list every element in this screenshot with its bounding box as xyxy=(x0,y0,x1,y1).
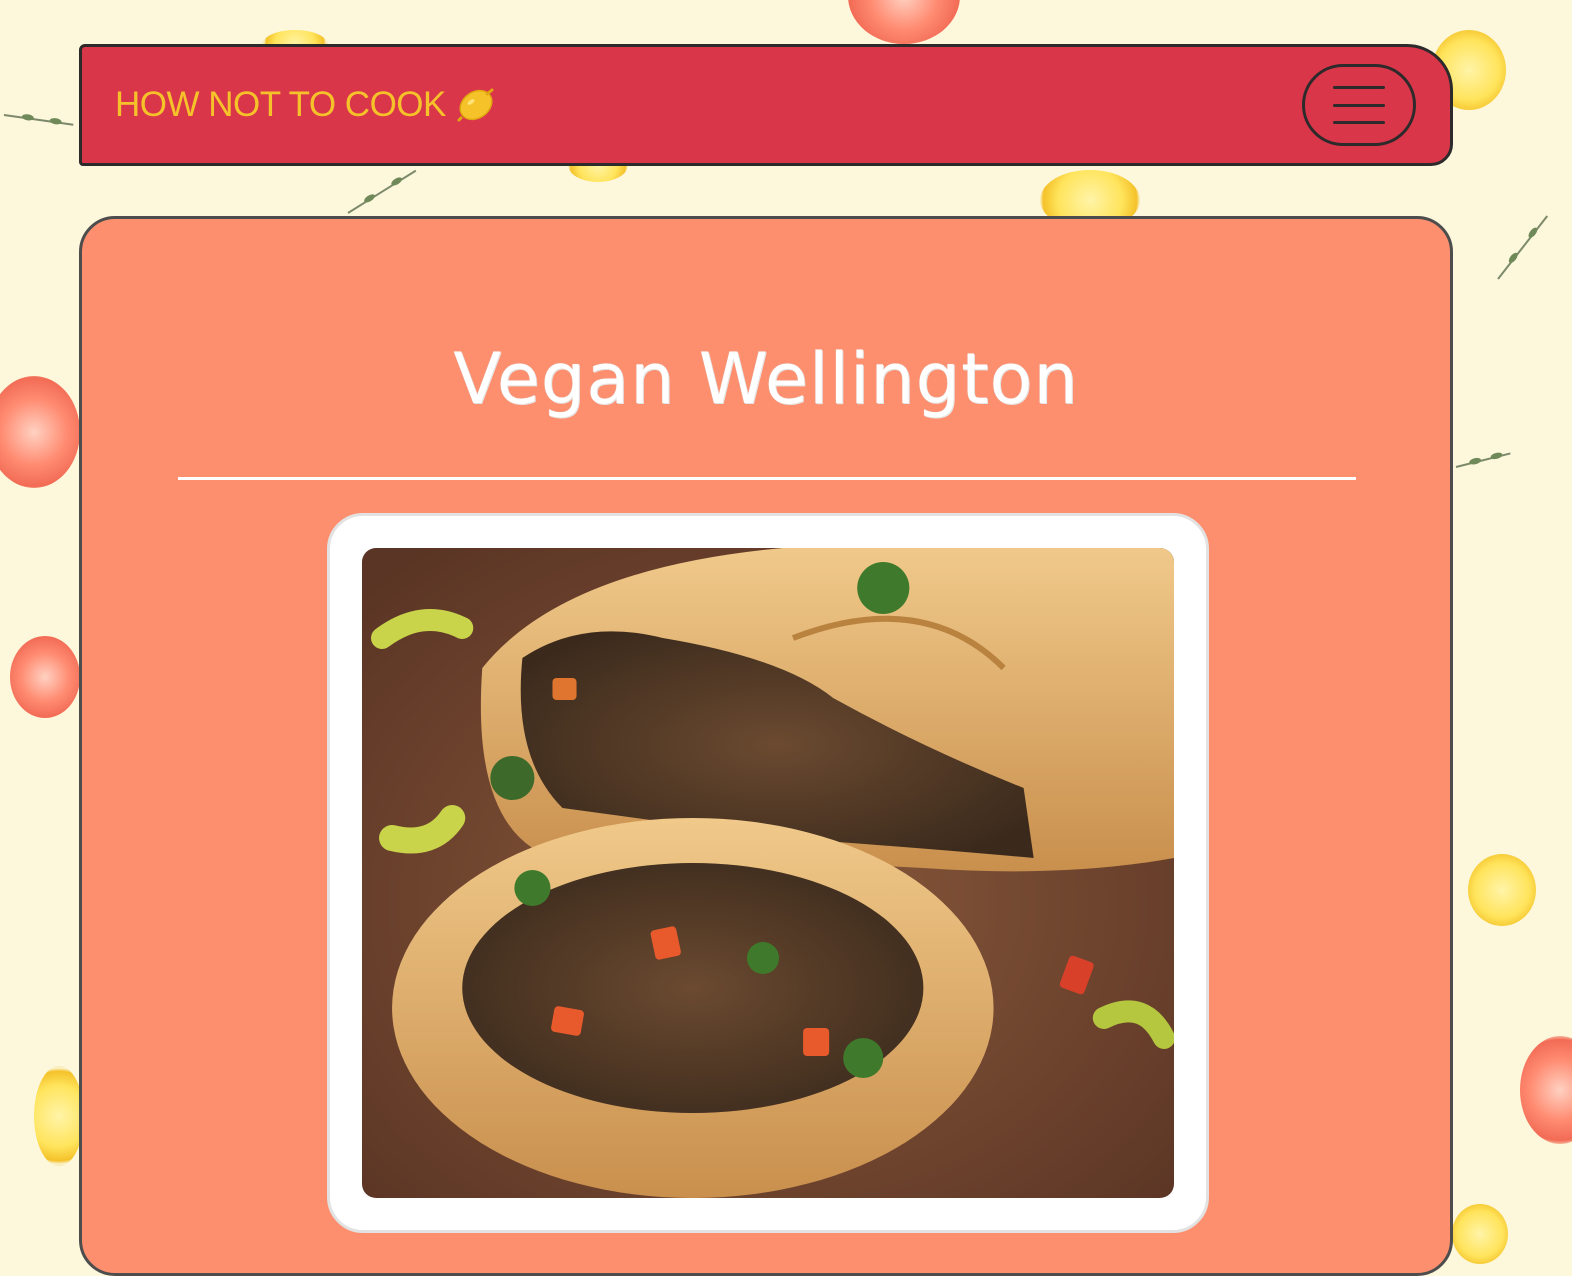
lemon-slice xyxy=(34,1066,84,1166)
recipe-card: Vegan Wellington xyxy=(79,216,1453,1276)
herb-sprig xyxy=(3,114,74,126)
navbar: HOW NOT TO COOK xyxy=(79,44,1453,166)
lemon-slice xyxy=(1452,1204,1508,1264)
title-divider xyxy=(178,477,1356,480)
brand-link[interactable]: HOW NOT TO COOK xyxy=(115,85,496,125)
lemon-slice xyxy=(1468,854,1536,926)
grapefruit-slice xyxy=(10,636,80,718)
photo-frame xyxy=(327,513,1209,1233)
grapefruit-slice xyxy=(0,376,80,488)
menu-toggle-button[interactable] xyxy=(1302,64,1416,146)
hamburger-icon xyxy=(1333,86,1385,124)
page-title: Vegan Wellington xyxy=(453,338,1079,420)
wellington-photo xyxy=(362,548,1174,1198)
grapefruit-slice xyxy=(1520,1036,1572,1144)
herb-sprig xyxy=(347,169,417,214)
herb-sprig xyxy=(1455,452,1511,468)
brand-text: HOW NOT TO COOK xyxy=(115,85,446,124)
lemon-icon xyxy=(456,87,496,123)
herb-sprig xyxy=(1497,215,1549,280)
grapefruit-slice xyxy=(848,0,960,44)
